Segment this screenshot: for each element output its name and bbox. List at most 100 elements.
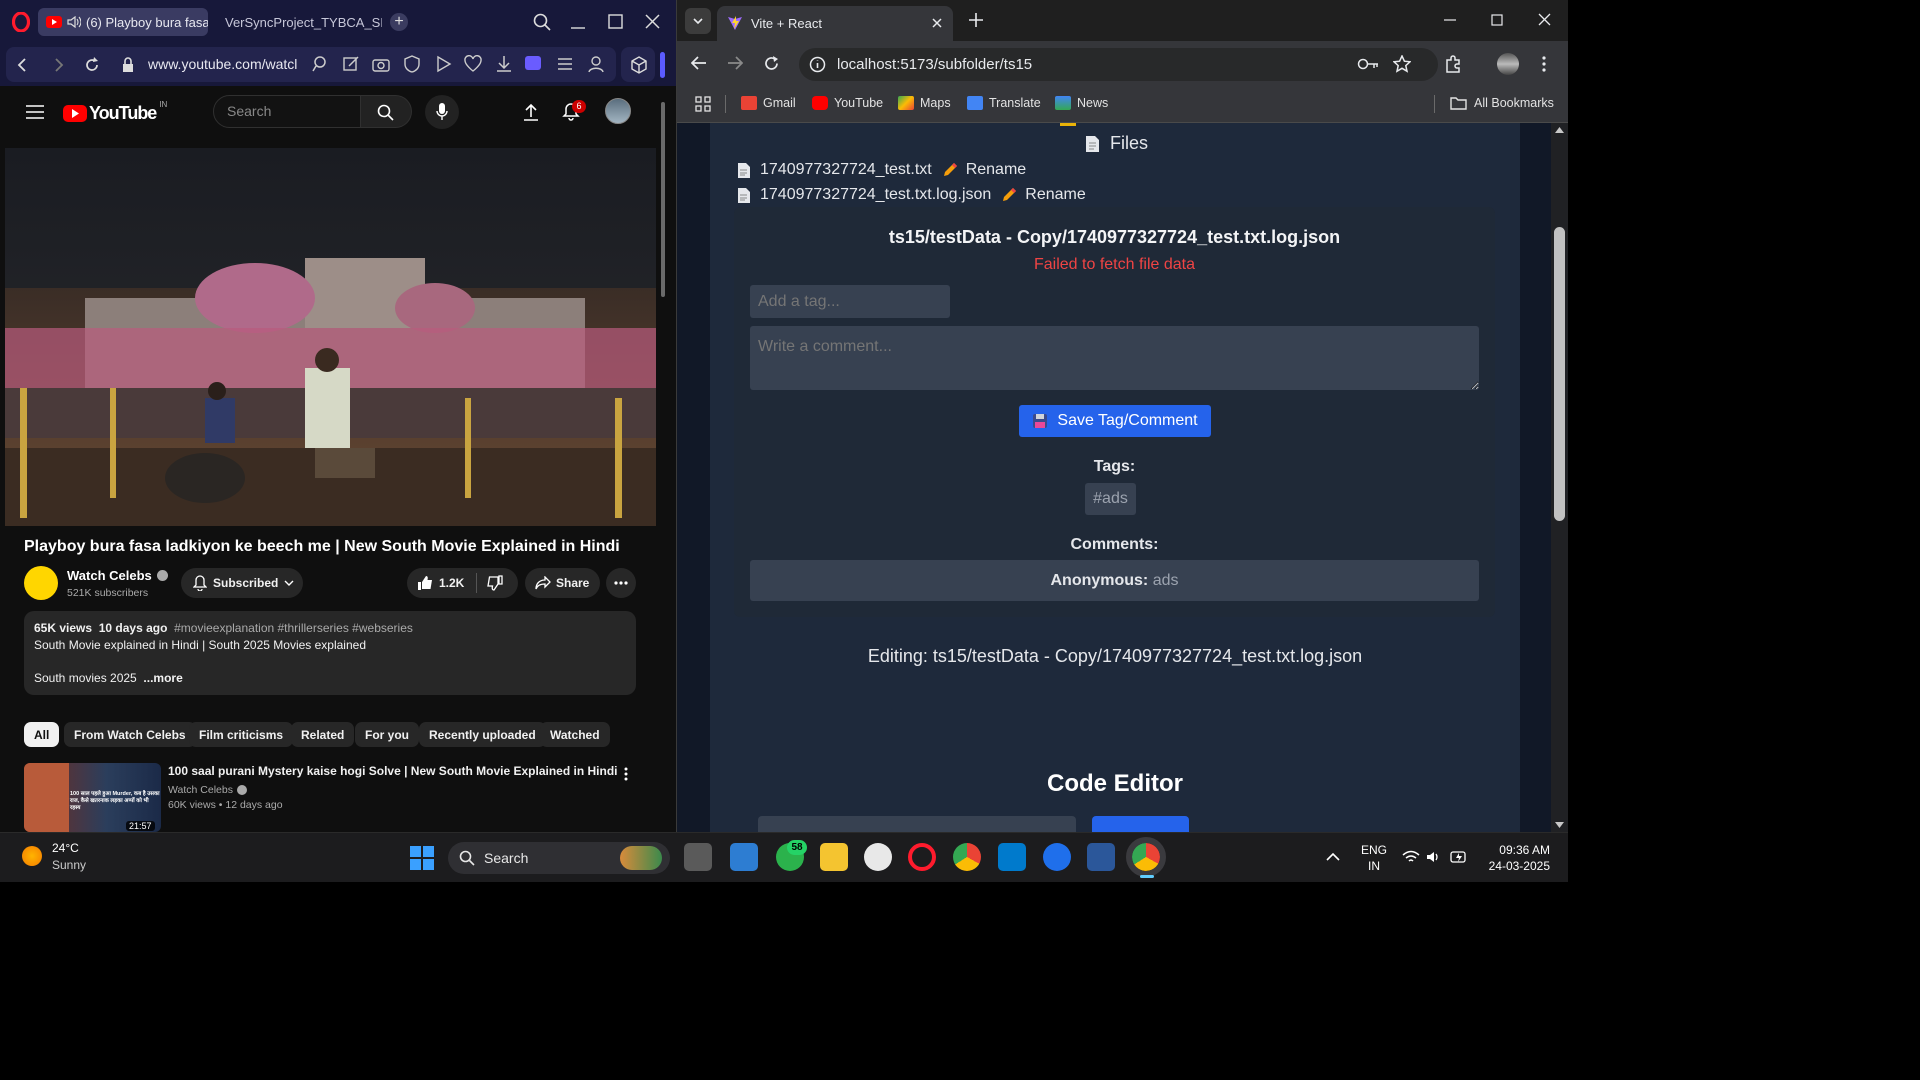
new-tab-icon[interactable] <box>968 12 984 28</box>
vscode-icon[interactable] <box>998 843 1026 871</box>
password-key-icon[interactable] <box>1357 57 1379 71</box>
upload-icon[interactable] <box>523 103 539 121</box>
site-info-icon[interactable] <box>809 56 826 73</box>
chevron-up-icon[interactable] <box>1326 852 1340 861</box>
close-icon[interactable] <box>645 14 660 29</box>
recommended-thumbnail[interactable]: 100 साल पहले हुआ Murder, कब है उसका राज,… <box>24 763 161 832</box>
avatar[interactable] <box>605 98 631 124</box>
channel-avatar[interactable] <box>24 566 58 600</box>
recommended-title[interactable]: 100 saal purani Mystery kaise hogi Solve… <box>168 764 617 778</box>
taskbar-search[interactable]: Search <box>448 842 670 874</box>
camera-icon[interactable] <box>372 55 390 73</box>
url-text[interactable]: www.youtube.com/watcl <box>148 56 297 72</box>
sun-icon[interactable] <box>22 846 42 866</box>
maximize-icon[interactable] <box>1491 14 1503 26</box>
back-icon[interactable] <box>691 55 707 71</box>
scroll-up-icon[interactable] <box>1555 127 1564 133</box>
tab-close-icon[interactable] <box>931 17 943 29</box>
play-icon[interactable] <box>434 55 452 73</box>
like-button[interactable]: 1.2K <box>407 573 477 593</box>
windows-start-icon[interactable] <box>410 846 434 870</box>
reload-icon[interactable] <box>83 56 101 74</box>
search-tabs-icon[interactable] <box>533 13 551 31</box>
heart-icon[interactable] <box>464 55 482 73</box>
tag-input[interactable] <box>750 285 950 318</box>
more-vertical-icon[interactable] <box>624 767 628 781</box>
recommended-channel[interactable]: Watch Celebs <box>168 784 247 796</box>
description-box[interactable]: 65K views 10 days ago #movieexplanation … <box>24 611 636 695</box>
minimize-icon[interactable] <box>1443 12 1457 28</box>
chrome-taskbar-icon[interactable] <box>953 843 981 871</box>
profile-icon[interactable] <box>587 55 605 73</box>
channel-name[interactable]: Watch Celebs <box>67 568 168 583</box>
comment-textarea[interactable] <box>750 326 1479 390</box>
clock-app-icon[interactable] <box>864 843 892 871</box>
word-icon[interactable] <box>1087 843 1115 871</box>
tab-search-button[interactable] <box>685 8 711 34</box>
page-scrollbar-track[interactable] <box>660 92 666 832</box>
chrome-tab-active[interactable]: Vite + React <box>717 6 953 41</box>
omnibox[interactable]: localhost:5173/subfolder/ts15 <box>799 48 1438 81</box>
forward-icon[interactable] <box>51 56 67 74</box>
menu-icon[interactable] <box>26 104 44 120</box>
battery-icon[interactable] <box>1450 849 1468 865</box>
more-link[interactable]: ...more <box>143 671 182 685</box>
code-editor-button[interactable] <box>1092 816 1189 832</box>
easy-setup-icon[interactable] <box>556 55 574 73</box>
chip-film-criticisms[interactable]: Film criticisms <box>189 722 294 747</box>
bookmark-news[interactable]: News <box>1055 93 1108 113</box>
apps-grid-icon[interactable] <box>695 96 711 112</box>
chip-from-watch-celebs[interactable]: From Watch Celebs <box>64 722 196 747</box>
dislike-button[interactable] <box>477 575 503 591</box>
page-scrollbar-thumb[interactable] <box>661 102 665 297</box>
chip-all[interactable]: All <box>24 722 60 747</box>
bookmark-translate[interactable]: Translate <box>967 93 1041 113</box>
weather-temp[interactable]: 24°C <box>52 841 79 855</box>
shield-icon[interactable] <box>403 55 421 73</box>
close-icon[interactable] <box>1538 13 1551 26</box>
opera-logo-icon[interactable] <box>12 12 30 32</box>
app-store-icon[interactable] <box>1043 843 1071 871</box>
file-name[interactable]: 1740977327724_test.txt <box>760 161 932 179</box>
maximize-icon[interactable] <box>608 14 623 29</box>
share-button[interactable]: Share <box>525 568 600 598</box>
yt-search-button[interactable] <box>361 95 412 128</box>
edit-icon[interactable] <box>342 55 360 73</box>
scroll-down-icon[interactable] <box>1555 822 1564 828</box>
find-icon[interactable] <box>311 55 329 73</box>
system-clock[interactable]: 09:36 AM 24-03-2025 <box>1480 842 1550 874</box>
bookmark-youtube[interactable]: YouTube <box>812 93 883 113</box>
bookmark-star-icon[interactable] <box>1393 55 1411 73</box>
omnibox-url[interactable]: localhost:5173/subfolder/ts15 <box>837 56 1032 73</box>
video-player[interactable] <box>5 148 656 526</box>
bookmark-gmail[interactable]: Gmail <box>741 93 796 113</box>
back-icon[interactable] <box>14 56 30 74</box>
weather-condition[interactable]: Sunny <box>52 858 86 872</box>
page-scrollbar-track[interactable] <box>1551 123 1568 832</box>
youtube-logo[interactable]: YouTube IN <box>63 100 167 124</box>
code-file-input[interactable] <box>758 816 1076 832</box>
rename-button[interactable]: Rename <box>966 161 1026 179</box>
wifi-icon[interactable] <box>1402 850 1420 864</box>
chip-for-you[interactable]: For you <box>355 722 419 747</box>
reload-icon[interactable] <box>763 55 780 72</box>
notepad-icon[interactable] <box>730 843 758 871</box>
download-icon[interactable] <box>495 55 513 73</box>
task-view-icon[interactable] <box>684 843 712 871</box>
speaker-icon[interactable] <box>67 16 81 28</box>
language-indicator[interactable]: ENG IN <box>1361 842 1387 874</box>
minimize-icon[interactable] <box>570 13 586 31</box>
chip-watched[interactable]: Watched <box>540 722 610 747</box>
new-tab-icon[interactable]: + <box>390 13 408 31</box>
file-explorer-icon[interactable] <box>820 843 848 871</box>
opera-tab-youtube[interactable]: (6) Playboy bura fasa l <box>38 8 208 36</box>
opera-taskbar-icon[interactable] <box>908 843 936 871</box>
chrome-menu-icon[interactable] <box>1542 56 1546 72</box>
file-name[interactable]: 1740977327724_test.txt.log.json <box>760 186 991 204</box>
volume-icon[interactable] <box>1426 850 1442 864</box>
lock-icon[interactable] <box>121 56 135 74</box>
chip-recently-uploaded[interactable]: Recently uploaded <box>419 722 546 747</box>
cube-icon[interactable] <box>630 56 648 74</box>
bookmark-maps[interactable]: Maps <box>898 93 951 113</box>
hashtags[interactable]: #movieexplanation #thrillerseries #webse… <box>174 621 413 635</box>
